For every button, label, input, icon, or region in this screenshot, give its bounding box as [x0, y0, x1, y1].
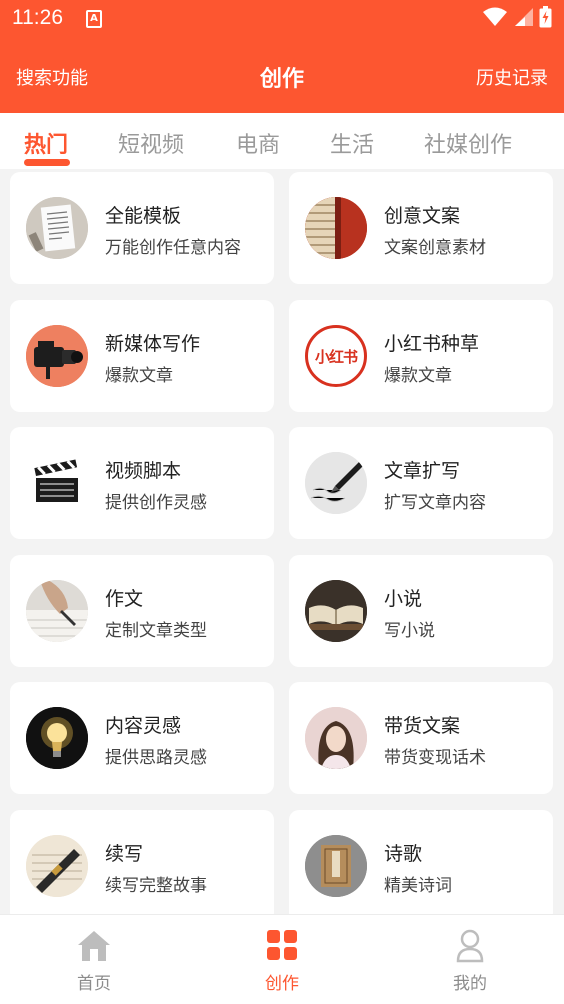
clapperboard-icon: [26, 452, 88, 514]
books-icon: [305, 197, 367, 259]
card-subtitle: 文案创意素材: [384, 238, 486, 258]
tab-short-video[interactable]: 短视频: [118, 127, 184, 159]
tab-ecommerce[interactable]: 电商: [236, 127, 280, 159]
nav-label: 创作: [265, 974, 299, 994]
woman-portrait-icon: [305, 707, 367, 769]
tab-social-media[interactable]: 社媒创作: [424, 127, 512, 159]
card-subtitle: 精美诗词: [384, 876, 452, 896]
nav-label: 我的: [453, 974, 487, 994]
card-subtitle: 提供思路灵感: [105, 748, 207, 768]
light-bulb-icon: [26, 707, 88, 769]
card-essay[interactable]: 作文 定制文章类型: [10, 555, 274, 667]
card-subtitle: 续写完整故事: [105, 876, 207, 896]
document-template-icon: [26, 197, 88, 259]
hand-writing-icon: [26, 580, 88, 642]
card-poetry[interactable]: 诗歌 精美诗词: [289, 810, 553, 914]
card-creative-copy[interactable]: 创意文案 文案创意素材: [289, 172, 553, 284]
card-subtitle: 扩写文章内容: [384, 493, 486, 513]
grid-icon: [222, 929, 342, 963]
card-new-media-writing[interactable]: 新媒体写作 爆款文章: [10, 300, 274, 412]
nav-mine[interactable]: 我的: [410, 929, 530, 994]
top-bar: 11:26 A 搜索功能 创作 历史记录: [0, 0, 564, 113]
card-title: 小说: [384, 588, 423, 610]
card-title: 内容灵感: [105, 715, 182, 737]
card-title: 文章扩写: [384, 460, 461, 482]
status-bar: 11:26 A: [0, 0, 564, 38]
video-camera-icon: [26, 325, 88, 387]
card-subtitle: 爆款文章: [105, 366, 173, 386]
home-icon: [34, 929, 154, 963]
user-icon: [410, 929, 530, 963]
app-header: 搜索功能 创作 历史记录: [0, 38, 564, 113]
poetry-book-icon: [305, 835, 367, 897]
card-subtitle: 提供创作灵感: [105, 493, 207, 513]
signal-icon: [513, 7, 533, 27]
search-function-button[interactable]: 搜索功能: [16, 64, 88, 90]
card-content-inspiration[interactable]: 内容灵感 提供思路灵感: [10, 682, 274, 794]
category-tabs: 热门 短视频 电商 生活 社媒创作: [0, 113, 564, 169]
bottom-navigation: 首页 创作 我的: [0, 914, 564, 1004]
app-screen: 11:26 A 搜索功能 创作 历史记录 热门 短视频 电商 生活 社媒创作 全…: [0, 0, 564, 1004]
card-subtitle: 写小说: [384, 621, 435, 641]
card-title: 诗歌: [384, 843, 423, 865]
card-subtitle: 爆款文章: [384, 366, 452, 386]
card-title: 小红书种草: [384, 333, 480, 355]
pen-on-paper-icon: [26, 835, 88, 897]
card-title: 全能模板: [105, 205, 182, 227]
xiaohongshu-logo-icon: 小红书: [305, 325, 367, 387]
card-xiaohongshu[interactable]: 小红书 小红书种草 爆款文章: [289, 300, 553, 412]
nav-label: 首页: [77, 974, 111, 994]
wifi-icon: [483, 7, 507, 27]
card-continue-writing[interactable]: 续写 续写完整故事: [10, 810, 274, 914]
open-book-icon: [305, 580, 367, 642]
card-title: 创意文案: [384, 205, 461, 227]
nav-create[interactable]: 创作: [222, 929, 342, 994]
card-all-purpose-template[interactable]: 全能模板 万能创作任意内容: [10, 172, 274, 284]
card-sales-copy[interactable]: 带货文案 带货变现话术: [289, 682, 553, 794]
card-subtitle: 万能创作任意内容: [105, 238, 241, 258]
sim-icon: A: [86, 10, 102, 28]
card-video-script[interactable]: 视频脚本 提供创作灵感: [10, 427, 274, 539]
card-novel[interactable]: 小说 写小说: [289, 555, 553, 667]
tab-hot[interactable]: 热门: [24, 127, 68, 159]
status-time: 11:26: [12, 6, 63, 29]
card-title: 新媒体写作: [105, 333, 201, 355]
card-title: 续写: [105, 843, 144, 865]
nav-home[interactable]: 首页: [34, 929, 154, 994]
card-title: 带货文案: [384, 715, 461, 737]
battery-icon: [539, 6, 552, 28]
card-title: 作文: [105, 588, 144, 610]
history-button[interactable]: 历史记录: [476, 64, 548, 90]
card-article-expansion[interactable]: 文章扩写 扩写文章内容: [289, 427, 553, 539]
card-title: 视频脚本: [105, 460, 182, 482]
card-subtitle: 带货变现话术: [384, 748, 486, 768]
tab-life[interactable]: 生活: [330, 127, 374, 159]
feature-grid: 全能模板 万能创作任意内容 创意文案 文案创意素材 新媒体写作 爆款文章 小红书…: [0, 169, 564, 914]
active-tab-indicator: [24, 159, 70, 166]
card-subtitle: 定制文章类型: [105, 621, 207, 641]
fountain-pen-icon: [305, 452, 367, 514]
